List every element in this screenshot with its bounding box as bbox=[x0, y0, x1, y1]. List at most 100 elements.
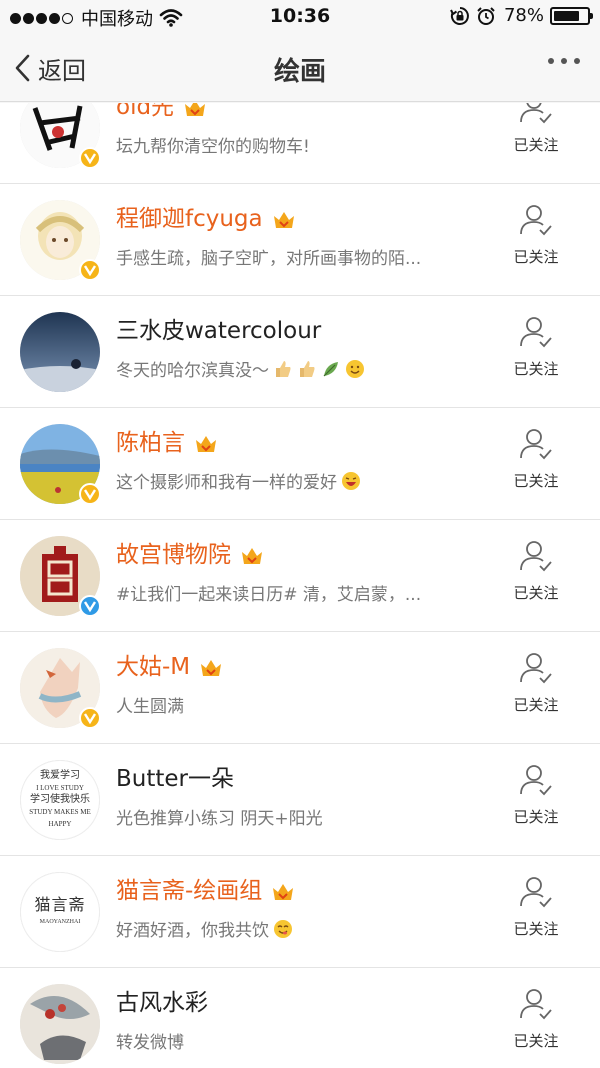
user-name[interactable]: 古风水彩 bbox=[116, 988, 208, 1018]
followed-label: 已关注 bbox=[513, 136, 559, 154]
user-name-line: 陈柏言 bbox=[116, 426, 219, 460]
battery-level bbox=[554, 10, 579, 21]
thumbs-up-icon bbox=[276, 360, 291, 377]
user-description: 光色推算小练习 阴天+阳光 bbox=[116, 804, 476, 829]
user-name-line: 古风水彩 bbox=[116, 986, 208, 1020]
user-name-line: 大姑-M bbox=[116, 650, 224, 684]
avatar-text-line: STUDY MAKES ME bbox=[29, 808, 91, 816]
avatar-text-logo: 我爱学习 I LOVE STUDY 学习使我快乐 STUDY MAKES ME … bbox=[20, 760, 100, 840]
avatar[interactable] bbox=[20, 312, 100, 392]
avatar-text-logo: 猫言斋 MAOYANZHAI bbox=[20, 872, 100, 952]
avatar-text-line: MAOYANZHAI bbox=[39, 919, 81, 925]
verified-badge-icon bbox=[79, 595, 101, 617]
followed-button[interactable]: 已关注 bbox=[508, 762, 564, 842]
avatar[interactable]: 我爱学习 I LOVE STUDY 学习使我快乐 STUDY MAKES ME … bbox=[20, 760, 100, 840]
smile-emoji-icon bbox=[346, 359, 364, 378]
followed-button[interactable]: 已关注 bbox=[508, 538, 564, 618]
avatar-text-line: HAPPY bbox=[48, 820, 72, 828]
user-name-line: old先 bbox=[116, 103, 208, 124]
followed-button[interactable]: 已关注 bbox=[508, 650, 564, 730]
followed-user-icon bbox=[520, 989, 552, 1020]
laughing-emoji-icon bbox=[342, 471, 360, 490]
followed-button[interactable]: 已关注 bbox=[508, 426, 564, 506]
user-name[interactable]: 大姑-M bbox=[116, 652, 190, 682]
user-description: 人生圆满 bbox=[116, 692, 476, 717]
followed-label: 已关注 bbox=[513, 920, 559, 938]
vip-crown-icon bbox=[185, 103, 206, 116]
vip-crown-icon bbox=[196, 436, 216, 452]
followed-button[interactable]: 已关注 bbox=[508, 103, 564, 170]
followed-user-icon bbox=[520, 429, 552, 460]
status-right: 78% bbox=[444, 5, 593, 26]
more-dot-icon bbox=[548, 58, 554, 64]
user-name[interactable]: old先 bbox=[116, 103, 174, 122]
followed-button[interactable]: 已关注 bbox=[508, 314, 564, 394]
user-name[interactable]: 故宫博物院 bbox=[116, 540, 231, 570]
status-bar: 中国移动 10:36 78% bbox=[0, 0, 600, 34]
vip-crown-icon bbox=[273, 884, 294, 900]
list-item[interactable]: 大姑-M 人生圆满 已关注 bbox=[0, 632, 600, 744]
vip-crown-icon bbox=[201, 660, 222, 676]
user-description: 冬天的哈尔滨真没～ bbox=[116, 356, 476, 381]
user-description-text: 好酒好酒，你我共饮 bbox=[116, 921, 269, 941]
user-name-line: 猫言斋-绘画组 bbox=[116, 874, 296, 908]
user-list[interactable]: old先 坛九帮你清空你的购物车! 已关注 程御迦fcyuga 手感生疏，脑子空… bbox=[0, 103, 600, 1068]
more-options-button[interactable] bbox=[541, 58, 580, 64]
user-description: 这个摄影师和我有一样的爱好 bbox=[116, 468, 476, 493]
user-name-line: Butter一朵 bbox=[116, 762, 234, 796]
list-item[interactable]: old先 坛九帮你清空你的购物车! 已关注 bbox=[0, 103, 600, 184]
user-name[interactable]: Butter一朵 bbox=[116, 764, 234, 794]
rotation-lock-icon bbox=[450, 6, 469, 25]
user-name[interactable]: 猫言斋-绘画组 bbox=[116, 876, 262, 906]
followed-label: 已关注 bbox=[513, 1032, 559, 1050]
list-item[interactable]: 故宫博物院 #让我们一起来读日历# 清，艾启蒙，... 已关注 bbox=[0, 520, 600, 632]
verified-badge-icon bbox=[79, 259, 101, 281]
avatar-text-line: 学习使我快乐 bbox=[30, 794, 90, 805]
user-name[interactable]: 程御迦fcyuga bbox=[116, 204, 263, 234]
user-name-line: 故宫博物院 bbox=[116, 538, 265, 572]
user-name-line: 程御迦fcyuga bbox=[116, 202, 297, 236]
vip-crown-icon bbox=[242, 548, 262, 564]
followed-label: 已关注 bbox=[513, 808, 559, 826]
vip-crown-icon bbox=[273, 212, 294, 228]
avatar-illustration bbox=[20, 984, 100, 1064]
user-description-text: 这个摄影师和我有一样的爱好 bbox=[116, 473, 337, 493]
followed-button[interactable]: 已关注 bbox=[508, 874, 564, 954]
followed-user-icon bbox=[520, 541, 552, 572]
user-name[interactable]: 三水皮watercolour bbox=[116, 316, 321, 346]
avatar[interactable] bbox=[20, 984, 100, 1064]
verified-badge-icon bbox=[79, 707, 101, 729]
user-description-text: 坛九帮你清空你的购物车! bbox=[116, 137, 310, 157]
verified-badge-icon bbox=[79, 147, 101, 169]
user-description: 好酒好酒，你我共饮 bbox=[116, 916, 476, 941]
followed-button[interactable]: 已关注 bbox=[508, 202, 564, 282]
user-description: 手感生疏，脑子空旷，对所画事物的陌... bbox=[116, 244, 476, 269]
battery-percentage: 78% bbox=[503, 5, 544, 26]
list-item[interactable]: 我爱学习 I LOVE STUDY 学习使我快乐 STUDY MAKES ME … bbox=[0, 744, 600, 856]
followed-user-icon bbox=[520, 317, 552, 348]
followed-button[interactable]: 已关注 bbox=[508, 986, 564, 1066]
user-description: 坛九帮你清空你的购物车! bbox=[116, 132, 476, 157]
avatar-text-line: 猫言斋 bbox=[34, 897, 86, 914]
avatar[interactable]: 猫言斋 MAOYANZHAI bbox=[20, 872, 100, 952]
user-description: #让我们一起来读日历# 清，艾启蒙，... bbox=[116, 580, 476, 605]
avatar-photo bbox=[20, 312, 100, 392]
list-item[interactable]: 古风水彩 转发微博 已关注 bbox=[0, 968, 600, 1068]
user-name[interactable]: 陈柏言 bbox=[116, 428, 185, 458]
yum-emoji-icon bbox=[274, 919, 292, 938]
list-item[interactable]: 三水皮watercolour 冬天的哈尔滨真没～ 已关注 bbox=[0, 296, 600, 408]
list-item[interactable]: 程御迦fcyuga 手感生疏，脑子空旷，对所画事物的陌... 已关注 bbox=[0, 184, 600, 296]
followed-user-icon bbox=[520, 653, 552, 684]
followed-label: 已关注 bbox=[513, 248, 559, 266]
user-description: 转发微博 bbox=[116, 1028, 476, 1053]
navigation-bar: 返回 绘画 bbox=[0, 34, 600, 102]
list-item[interactable]: 猫言斋 MAOYANZHAI 猫言斋-绘画组 好酒好酒，你我共饮 已关注 bbox=[0, 856, 600, 968]
leaf-icon bbox=[323, 361, 338, 376]
followed-user-icon bbox=[520, 765, 552, 796]
list-item[interactable]: 陈柏言 这个摄影师和我有一样的爱好 已关注 bbox=[0, 408, 600, 520]
battery-icon bbox=[550, 6, 593, 25]
user-description-text: 人生圆满 bbox=[116, 697, 184, 717]
avatar-text-line: I LOVE STUDY bbox=[36, 784, 84, 792]
user-name-line: 三水皮watercolour bbox=[116, 314, 321, 348]
avatar-text-line: 我爱学习 bbox=[40, 770, 80, 781]
